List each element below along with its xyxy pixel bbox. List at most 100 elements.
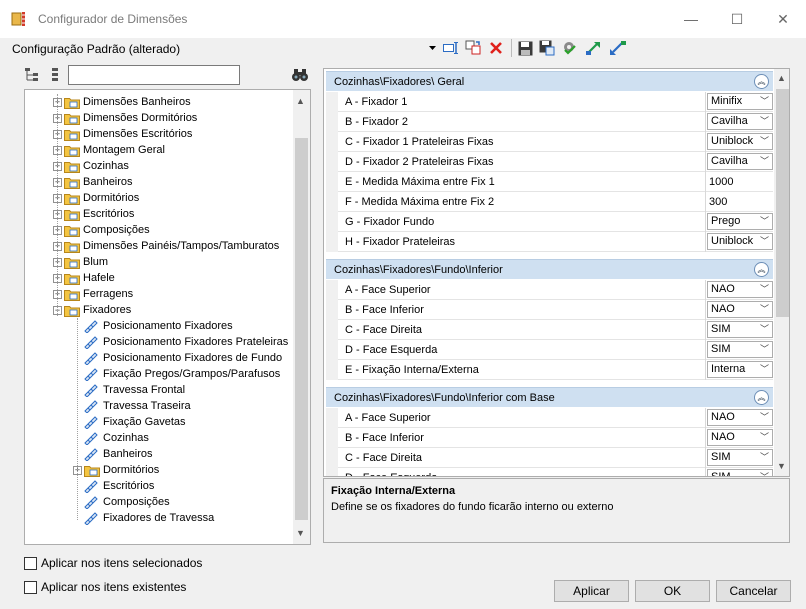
scroll-up-icon[interactable]: ▲ xyxy=(296,96,305,106)
chevron-down-icon[interactable]: ﹀ xyxy=(760,302,769,317)
tree-item[interactable]: + Dimensões Banheiros xyxy=(53,94,191,110)
tree-item[interactable]: Escritórios xyxy=(83,478,154,494)
chevron-down-icon[interactable]: ﹀ xyxy=(760,470,769,476)
tree-item[interactable]: + Dormitórios xyxy=(53,190,139,206)
property-value-select[interactable]: Cavilha ﹀ xyxy=(707,113,773,130)
collapse-category-icon[interactable]: ︽ xyxy=(754,74,769,89)
tree-item[interactable]: + Dimensões Escritórios xyxy=(53,126,192,142)
property-value-select[interactable]: SIM ﹀ xyxy=(707,341,773,358)
collapse-category-icon[interactable]: ︽ xyxy=(754,390,769,405)
tree-item[interactable]: + Cozinhas xyxy=(53,158,129,174)
property-row[interactable]: E - Medida Máxima entre Fix 1 1000 xyxy=(326,172,773,192)
cancel-button[interactable]: Cancelar xyxy=(716,580,791,602)
property-row[interactable]: F - Medida Máxima entre Fix 2 300 xyxy=(326,192,773,212)
tree-item[interactable]: + Ferragens xyxy=(53,286,133,302)
chevron-down-icon[interactable]: ﹀ xyxy=(760,234,769,249)
apply-config-button[interactable] xyxy=(560,38,580,58)
property-row[interactable]: B - Face Inferior NAO ﹀ xyxy=(326,300,773,320)
tree-item[interactable]: + Dormitórios xyxy=(73,462,159,478)
apply-selected-option[interactable]: Aplicar nos itens selecionados xyxy=(24,556,202,570)
property-value-select[interactable]: NAO ﹀ xyxy=(707,301,773,318)
tree-item[interactable]: + Escritórios xyxy=(53,206,134,222)
property-row[interactable]: G - Fixador Fundo Prego ﹀ xyxy=(326,212,773,232)
tree-item[interactable]: Banheiros xyxy=(83,446,153,462)
collapse-category-icon[interactable]: ︽ xyxy=(754,262,769,277)
apply-selected-checkbox[interactable] xyxy=(24,556,37,570)
tree-item[interactable]: + Hafele xyxy=(53,270,115,286)
property-row[interactable]: D - Face Esquerda SIM ﹀ xyxy=(326,340,773,360)
tree-item[interactable]: + Montagem Geral xyxy=(53,142,165,158)
chevron-down-icon[interactable]: ﹀ xyxy=(760,214,769,229)
export-button[interactable] xyxy=(608,38,628,58)
tree-scrollbar[interactable]: ▲ ▼ xyxy=(293,90,310,544)
category-header[interactable]: Cozinhas\Fixadores\Fundo\Inferior com Ba… xyxy=(326,387,773,407)
title-bar[interactable]: Configurador de Dimensões — ☐ ✕ xyxy=(0,0,806,38)
maximize-button[interactable]: ☐ xyxy=(714,0,760,38)
tree-item[interactable]: + Dimensões Painéis/Tampos/Tamburatos xyxy=(53,238,279,254)
property-value-select[interactable]: NAO ﹀ xyxy=(707,281,773,298)
property-value-select[interactable]: Uniblock ﹀ xyxy=(707,233,773,250)
property-value-select[interactable]: Interna ﹀ xyxy=(707,361,773,378)
grid-scroll-down-icon[interactable]: ▼ xyxy=(777,461,786,471)
tree-item[interactable]: Travessa Frontal xyxy=(83,382,185,398)
property-row[interactable]: A - Face Superior NAO ﹀ xyxy=(326,280,773,300)
scroll-down-icon[interactable]: ▼ xyxy=(296,528,305,538)
property-value-select[interactable]: Cavilha ﹀ xyxy=(707,153,773,170)
ok-button[interactable]: OK xyxy=(635,580,710,602)
tree-item[interactable]: Fixadores de Travessa xyxy=(83,510,214,526)
property-value[interactable]: 1000 xyxy=(709,176,733,188)
tree-item[interactable]: + Banheiros xyxy=(53,174,133,190)
property-value-select[interactable]: Uniblock ﹀ xyxy=(707,133,773,150)
apply-button[interactable]: Aplicar xyxy=(554,580,629,602)
search-input[interactable] xyxy=(68,65,240,85)
category-header[interactable]: Cozinhas\Fixadores\ Geral ︽ xyxy=(326,71,773,91)
chevron-down-icon[interactable]: ﹀ xyxy=(760,342,769,357)
chevron-down-icon[interactable]: ﹀ xyxy=(760,430,769,445)
property-row[interactable]: A - Fixador 1 Minifix ﹀ xyxy=(326,92,773,112)
property-row[interactable]: D - Face Esquerda SIM ﹀ xyxy=(326,468,773,476)
tree-item[interactable]: Posicionamento Fixadores de Fundo xyxy=(83,350,282,366)
tree-item[interactable]: Fixação Gavetas xyxy=(83,414,186,430)
tree-scroll-thumb[interactable] xyxy=(295,138,308,520)
import-button[interactable] xyxy=(584,38,604,58)
tree-item[interactable]: + Composições xyxy=(53,222,150,238)
tree-item[interactable]: + Blum xyxy=(53,254,108,270)
chevron-down-icon[interactable]: ﹀ xyxy=(760,154,769,169)
collapse-all-button[interactable] xyxy=(48,67,64,83)
property-row[interactable]: C - Face Direita SIM ﹀ xyxy=(326,448,773,468)
copy-config-button[interactable] xyxy=(464,38,484,58)
tree-item[interactable]: Cozinhas xyxy=(83,430,149,446)
save-as-button[interactable] xyxy=(538,38,556,58)
delete-config-button[interactable] xyxy=(487,38,505,58)
expand-all-button[interactable] xyxy=(24,67,40,83)
rename-config-button[interactable] xyxy=(442,38,460,58)
tree-item[interactable]: Posicionamento Fixadores xyxy=(83,318,233,334)
chevron-down-icon[interactable]: ﹀ xyxy=(760,322,769,337)
tree-item[interactable]: Fixação Pregos/Grampos/Parafusos xyxy=(83,366,280,382)
property-value-select[interactable]: SIM ﹀ xyxy=(707,449,773,466)
property-row[interactable]: H - Fixador Prateleiras Uniblock ﹀ xyxy=(326,232,773,252)
category-tree[interactable]: + Dimensões Banheiros + Dimensões Dormitóri… xyxy=(24,89,311,545)
property-row[interactable]: E - Fixação Interna/Externa Interna ﹀ xyxy=(326,360,773,380)
search-button[interactable] xyxy=(291,66,309,84)
tree-item[interactable]: Posicionamento Fixadores Prateleiras xyxy=(83,334,288,350)
chevron-down-icon[interactable]: ﹀ xyxy=(760,134,769,149)
property-row[interactable]: C - Face Direita SIM ﹀ xyxy=(326,320,773,340)
property-row[interactable]: D - Fixador 2 Prateleiras Fixas Cavilha ﹀ xyxy=(326,152,773,172)
tree-item[interactable]: Composições xyxy=(83,494,170,510)
category-header[interactable]: Cozinhas\Fixadores\Fundo\Inferior ︽ xyxy=(326,259,773,279)
tree-item[interactable]: + Dimensões Dormitórios xyxy=(53,110,197,126)
config-dropdown-arrow[interactable] xyxy=(427,38,437,58)
property-row[interactable]: B - Fixador 2 Cavilha ﹀ xyxy=(326,112,773,132)
grid-scrollbar[interactable]: ▲ ▼ xyxy=(774,69,789,476)
grid-scroll-up-icon[interactable]: ▲ xyxy=(777,73,786,83)
chevron-down-icon[interactable]: ﹀ xyxy=(760,114,769,129)
chevron-down-icon[interactable]: ﹀ xyxy=(760,282,769,297)
chevron-down-icon[interactable]: ﹀ xyxy=(760,450,769,465)
property-row[interactable]: C - Fixador 1 Prateleiras Fixas Uniblock ﹀ xyxy=(326,132,773,152)
property-grid[interactable]: Cozinhas\Fixadores\ Geral ︽ A - Fixador 1 M… xyxy=(323,68,790,477)
property-value-select[interactable]: SIM ﹀ xyxy=(707,321,773,338)
property-value-select[interactable]: Minifix ﹀ xyxy=(707,93,773,110)
apply-existing-checkbox[interactable] xyxy=(24,580,37,594)
apply-existing-option[interactable]: Aplicar nos itens existentes xyxy=(24,580,186,594)
